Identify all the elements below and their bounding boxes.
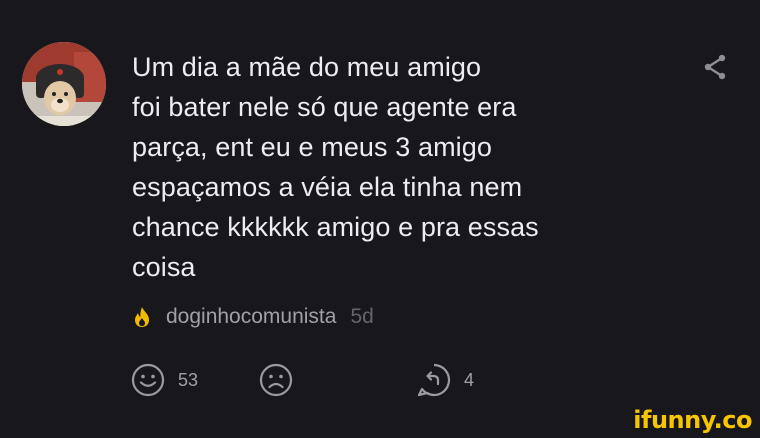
flame-icon [135, 307, 149, 327]
frown-button[interactable] [258, 360, 306, 400]
reply-count: 4 [464, 369, 475, 390]
dog-avatar-icon [22, 42, 106, 126]
comment-line: chance kkkkkk amigo e pra essas [132, 212, 539, 242]
ifunny-watermark: ifunny.co [633, 406, 752, 434]
smile-count: 53 [178, 369, 199, 390]
comment-line: Um dia a mãe do meu amigo [132, 52, 482, 82]
reply-icon [417, 363, 451, 397]
smile-icon [131, 363, 165, 397]
reply-button[interactable]: 4 [416, 360, 474, 400]
comment-line: espaçamos a véia ela tinha nem [132, 172, 523, 202]
comment-text: Um dia a mãe do meu amigo foi bater nele… [132, 47, 672, 287]
username-link[interactable]: doginhocomunista [166, 305, 336, 329]
comment-meta: doginhocomunista 5d [132, 300, 374, 334]
share-button[interactable] [700, 52, 730, 82]
frown-icon [259, 363, 293, 397]
comment-line: parça, ent eu e meus 3 amigo [132, 132, 493, 162]
comment-line: foi bater nele só que agente era [132, 92, 517, 122]
share-icon [704, 54, 726, 80]
smile-button[interactable]: 53 [130, 360, 198, 400]
timestamp: 5d [350, 305, 374, 328]
comment-line: coisa [132, 252, 196, 282]
avatar[interactable] [22, 42, 106, 126]
